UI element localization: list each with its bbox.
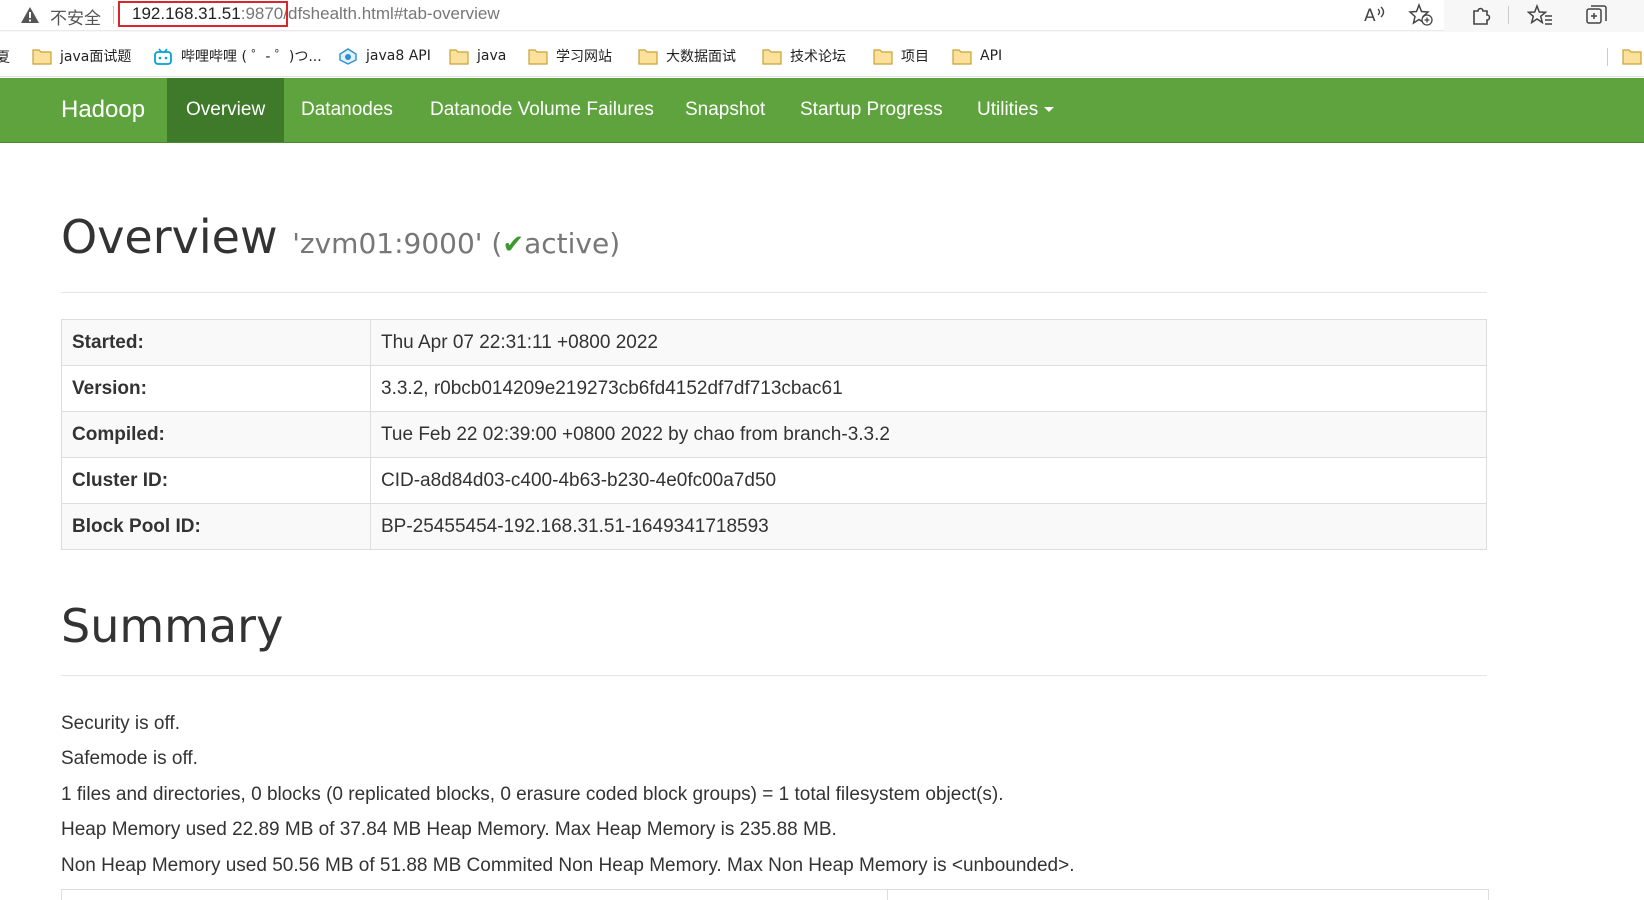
summary-divider <box>61 675 1487 676</box>
bookmark-label: java8 API <box>366 48 431 64</box>
url-path: /dfshealth.html#tab-overview <box>283 4 500 23</box>
folder-icon <box>32 48 52 65</box>
row-key: Compiled: <box>61 411 371 458</box>
bookmark-label: java <box>477 48 507 64</box>
namenode-address: 'zvm01:9000' <box>292 227 483 260</box>
row-key: Version: <box>61 365 371 412</box>
row-value: 3.3.2, r0bcb014209e219273cb6fd4152df7df7… <box>370 365 1487 412</box>
bookmark-label: 学习网站 <box>556 49 612 65</box>
bookmark-label: 技术论坛 <box>790 49 846 65</box>
nav-snapshot[interactable]: Snapshot <box>666 78 784 142</box>
bookmark-api[interactable]: API <box>952 45 1002 67</box>
nav-overview[interactable]: Overview <box>167 78 285 142</box>
summary-table-divider <box>887 890 888 900</box>
folder-icon <box>449 48 469 65</box>
bookmarks-divider <box>1607 48 1608 66</box>
svg-text:A: A <box>1364 6 1376 26</box>
browser-address-bar: 不安全 192.168.31.51:9870/dfshealth.html#ta… <box>0 0 1644 32</box>
folder-icon <box>873 48 893 65</box>
overview-table: Started: Thu Apr 07 22:31:11 +0800 2022 … <box>61 319 1487 550</box>
status-open: ( <box>491 227 503 260</box>
summary-heading: Summary <box>61 599 284 653</box>
check-icon: ✔ <box>502 230 525 260</box>
bookmark-learning-sites[interactable]: 学习网站 <box>528 45 612 67</box>
namenode-status: active) <box>524 227 621 260</box>
nav-utilities[interactable]: Utilities <box>958 78 1073 142</box>
summary-heap-memory: Heap Memory used 22.89 MB of 37.84 MB He… <box>61 819 837 840</box>
summary-filesystem-objects: 1 files and directories, 0 blocks (0 rep… <box>61 784 1004 805</box>
navbar-brand[interactable]: Hadoop <box>61 96 145 124</box>
warning-icon[interactable] <box>20 5 40 25</box>
url-annotation-box <box>118 1 288 27</box>
summary-safemode: Safemode is off. <box>61 748 198 769</box>
toolbar-divider <box>1508 6 1509 24</box>
row-key: Started: <box>61 319 371 366</box>
summary-non-heap-memory: Non Heap Memory used 50.56 MB of 51.88 M… <box>61 855 1075 876</box>
table-row: Cluster ID: CID-a8d84d03-c400-4b63-b230-… <box>61 457 1487 504</box>
folder-icon <box>952 48 972 65</box>
row-key: Block Pool ID: <box>61 503 371 550</box>
favorites-icon[interactable] <box>1526 3 1553 27</box>
row-value: Thu Apr 07 22:31:11 +0800 2022 <box>370 319 1487 366</box>
bookmark-bigdata-interview[interactable]: 大数据面试 <box>638 45 736 67</box>
collections-icon[interactable] <box>1584 3 1610 27</box>
bookmark-java8-api[interactable]: java8 API <box>338 45 431 67</box>
bookmark-label: 大数据面试 <box>666 49 736 65</box>
url-field[interactable]: 不安全 192.168.31.51:9870/dfshealth.html#ta… <box>0 0 1444 31</box>
extensions-icon[interactable] <box>1469 3 1495 27</box>
summary-security: Security is off. <box>61 713 180 734</box>
bookmark-cut-label[interactable]: 夏 <box>0 47 10 67</box>
page-title: Overview 'zvm01:9000' (✔active) <box>61 210 620 264</box>
summary-table-top <box>61 889 1489 900</box>
site-icon <box>339 47 357 65</box>
folder-icon <box>638 48 658 65</box>
bookmark-tech-forum[interactable]: 技术论坛 <box>762 45 846 67</box>
bookmark-java-interview[interactable]: java面试题 <box>32 45 131 67</box>
nav-datanodes[interactable]: Datanodes <box>282 78 412 142</box>
folder-icon <box>528 48 548 65</box>
bookmark-label: java面试题 <box>60 49 132 65</box>
bookmark-bilibili[interactable]: 哔哩哔哩 ( ゜- ゜)つ... <box>153 45 322 67</box>
nav-startup-progress[interactable]: Startup Progress <box>781 78 962 142</box>
table-row: Version: 3.3.2, r0bcb014209e219273cb6fd4… <box>61 365 1487 412</box>
bookmark-label: 项目 <box>901 49 929 65</box>
nav-datanode-volume-failures[interactable]: Datanode Volume Failures <box>411 78 673 142</box>
nav-utilities-label: Utilities <box>977 99 1039 120</box>
bookmark-label: 哔哩哔哩 ( ゜- ゜)つ... <box>181 49 322 65</box>
row-value: CID-a8d84d03-c400-4b63-b230-4e0fc00a7d50 <box>370 457 1487 504</box>
bilibili-icon <box>154 47 172 65</box>
folder-icon <box>762 48 782 65</box>
table-row: Compiled: Tue Feb 22 02:39:00 +0800 2022… <box>61 411 1487 458</box>
row-value: Tue Feb 22 02:39:00 +0800 2022 by chao f… <box>370 411 1487 458</box>
folder-icon <box>1622 48 1642 65</box>
table-row: Started: Thu Apr 07 22:31:11 +0800 2022 <box>61 319 1487 366</box>
row-value: BP-25455454-192.168.31.51-1649341718593 <box>370 503 1487 550</box>
bookmarks-bar: 夏 java面试题 哔哩哔哩 ( ゜- ゜)つ... java8 API jav… <box>0 36 1644 77</box>
hadoop-navbar: Hadoop Overview Datanodes Datanode Volum… <box>0 78 1644 143</box>
other-favorites[interactable] <box>1622 45 1644 67</box>
bookmark-java[interactable]: java <box>449 45 506 67</box>
bookmark-label: API <box>980 48 1003 64</box>
read-aloud-icon[interactable]: A <box>1361 3 1387 27</box>
url-divider <box>113 6 114 24</box>
table-row: Block Pool ID: BP-25455454-192.168.31.51… <box>61 503 1487 550</box>
bookmark-projects[interactable]: 项目 <box>873 45 929 67</box>
title-divider <box>61 292 1487 293</box>
add-favorite-icon[interactable] <box>1408 2 1434 27</box>
caret-down-icon <box>1044 107 1055 113</box>
namenode-subtitle: 'zvm01:9000' (✔active) <box>292 227 620 260</box>
page-title-text: Overview <box>61 210 278 264</box>
not-secure-label[interactable]: 不安全 <box>50 4 101 29</box>
row-key: Cluster ID: <box>61 457 371 504</box>
